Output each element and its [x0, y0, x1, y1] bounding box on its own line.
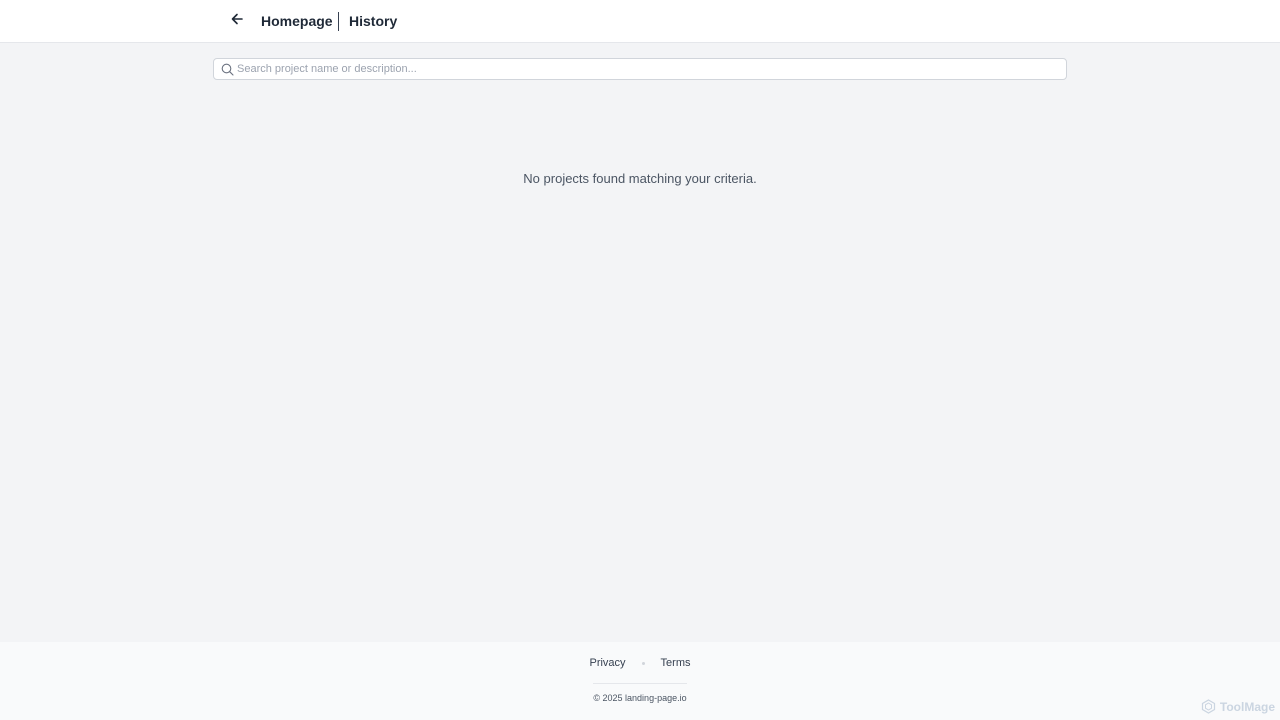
watermark-text: ToolMage: [1219, 699, 1275, 714]
back-button[interactable]: [226, 10, 248, 32]
search-bar[interactable]: [213, 58, 1067, 80]
breadcrumb-homepage[interactable]: Homepage: [261, 12, 333, 30]
search-icon: [221, 63, 234, 76]
copyright-text: © 2025 landing-page.io: [593, 693, 687, 703]
page-title: History: [349, 13, 398, 29]
toolmage-logo-icon: [1201, 699, 1216, 714]
empty-state-message: No projects found matching your criteria…: [523, 171, 757, 186]
footer: Privacy Terms © 2025 landing-page.io: [0, 642, 1280, 720]
search-input[interactable]: [237, 59, 1057, 79]
watermark: ToolMage: [1201, 699, 1275, 714]
terms-link[interactable]: Terms: [661, 657, 691, 669]
arrow-left-icon: [230, 12, 244, 31]
footer-dot-separator: [641, 661, 645, 665]
page: Homepage History No projects found match…: [0, 0, 1280, 720]
top-bar: Homepage History: [0, 0, 1280, 43]
footer-divider: [593, 683, 687, 684]
privacy-link[interactable]: Privacy: [589, 657, 625, 669]
footer-links: Privacy Terms: [0, 657, 1280, 669]
breadcrumb-divider: [338, 12, 339, 31]
